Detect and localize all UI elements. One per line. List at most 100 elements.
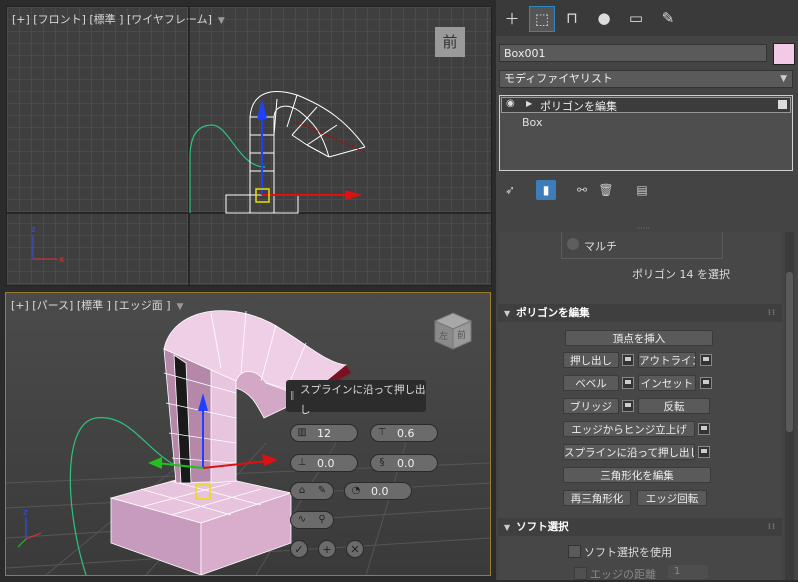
taper-curve-icon: ⊥ <box>297 457 307 468</box>
outline-settings-button[interactable] <box>700 354 712 366</box>
ok-button[interactable]: ✓ <box>290 540 308 558</box>
radio-multi[interactable] <box>567 238 579 250</box>
edit-triangulation-button[interactable]: 三角形化を編集 <box>563 467 711 483</box>
command-panel-tabs: ＋ ⬚ ⊓ ● ▭ ✎ <box>496 0 798 36</box>
make-unique-button[interactable]: ⚯ <box>572 180 592 200</box>
trash-icon: 🗑 <box>598 183 614 197</box>
viewcube[interactable]: 左 前 <box>433 311 473 351</box>
insert-vertex-button[interactable]: 頂点を挿入 <box>565 330 713 346</box>
extrude-along-spline-settings-button[interactable] <box>698 446 710 458</box>
bridge-settings-button[interactable] <box>622 400 634 412</box>
apply-and-continue-button[interactable]: + <box>318 540 336 558</box>
rollout-area: マルチ ポリゴン 14 を選択 ▼ ポリゴンを編集 ⁝⁝ 頂点を挿入 押し出し ア… <box>498 232 782 581</box>
eye-icon[interactable]: ◉ <box>506 98 515 109</box>
viewcube[interactable]: 前 <box>435 27 465 57</box>
svg-text:x: x <box>59 255 65 265</box>
inset-settings-button[interactable] <box>700 377 712 389</box>
svg-text:z: z <box>31 225 36 235</box>
edit-polygons-rollout-header[interactable]: ▼ ポリゴンを編集 ⁝⁝ <box>498 304 782 322</box>
front-viewport-scene: z x <box>7 7 491 285</box>
spline-path[interactable] <box>189 124 266 213</box>
front-viewport[interactable]: [+] [フロント] [標準 ] [ワイヤフレーム] ▼ z x 前 <box>6 6 492 286</box>
pick-spline-button[interactable]: ∿ ⚲ <box>290 511 334 529</box>
use-soft-selection-checkbox[interactable] <box>568 545 581 558</box>
modifier-list-dropdown[interactable]: モディファイヤリスト ▼ <box>499 70 793 88</box>
rotation-spinner[interactable]: ◔ 0.0 <box>344 482 412 500</box>
bridge-button[interactable]: ブリッジ <box>563 398 619 414</box>
hierarchy-tab[interactable]: ⊓ <box>560 6 584 30</box>
panel-divider-grip[interactable]: ⋯⋯ <box>636 224 650 232</box>
stack-item-edit-poly[interactable]: ◉ ▶ ポリゴンを編集 <box>501 97 791 113</box>
object-name-field[interactable]: Box001 <box>499 44 767 62</box>
make-unique-icon: ⚯ <box>576 183 588 197</box>
pick-spline-icon: ✎ <box>317 485 327 496</box>
end-result-icon: ▮ <box>542 183 550 197</box>
inset-button[interactable]: インセット <box>638 375 696 391</box>
soft-selection-rollout-header[interactable]: ▼ ソフト選択 ⁝⁝ <box>498 518 782 536</box>
edge-distance-spinner[interactable]: 1 <box>668 565 708 579</box>
segments-spinner[interactable]: ▥ 12 <box>290 424 358 442</box>
command-panel: ＋ ⬚ ⊓ ● ▭ ✎ Box001 モディファイヤリスト ▼ ◉ ▶ ポリゴン… <box>496 0 798 581</box>
cancel-button[interactable]: ✕ <box>346 540 364 558</box>
rotation-icon: ◔ <box>351 485 361 496</box>
object-color-swatch[interactable] <box>773 43 795 65</box>
edge-distance-checkbox[interactable] <box>574 567 587 580</box>
motion-tab[interactable]: ● <box>592 6 616 30</box>
extrude-button[interactable]: 押し出し <box>563 352 619 368</box>
motion-icon: ● <box>597 9 611 27</box>
spline-icon: ∿ <box>297 514 307 525</box>
modify-tab[interactable]: ⬚ <box>529 6 555 32</box>
retriangulate-button[interactable]: 再三角形化 <box>563 490 631 506</box>
taper-curve-spinner[interactable]: ⊥ 0.0 <box>290 454 358 472</box>
display-tab[interactable]: ▭ <box>624 6 648 30</box>
check-icon: ✓ <box>294 543 304 556</box>
extrude-along-spline-button[interactable]: スプラインに沿って押し出し <box>563 444 695 460</box>
svg-text:z: z <box>23 508 28 518</box>
flip-button[interactable]: 反転 <box>638 398 710 414</box>
extrude-settings-button[interactable] <box>622 354 634 366</box>
bevel-settings-button[interactable] <box>622 377 634 389</box>
rollout-grip-icon: ⁝⁝ <box>767 308 776 317</box>
scrollbar-thumb[interactable] <box>786 272 793 432</box>
collapse-icon: ▼ <box>504 309 511 318</box>
align-to-face-toggle[interactable]: ⌂ ✎ <box>290 482 334 500</box>
outline-button[interactable]: アウトライン <box>638 352 696 368</box>
turn-edge-button[interactable]: エッジ回転 <box>637 490 707 506</box>
close-icon: ✕ <box>350 543 360 556</box>
stack-item-toggle[interactable] <box>778 100 787 109</box>
twist-spinner[interactable]: § 0.0 <box>370 454 438 472</box>
expand-icon[interactable]: ▶ <box>526 99 532 108</box>
plus-icon: ＋ <box>504 9 520 28</box>
stack-toolbar: ➶ ▮ ⚯ 🗑 ▤ <box>496 178 798 204</box>
modifier-stack[interactable]: ◉ ▶ ポリゴンを編集 Box <box>499 95 793 171</box>
hinge-settings-button[interactable] <box>698 423 710 435</box>
wrench-icon: ✎ <box>661 9 675 27</box>
remove-modifier-button[interactable]: 🗑 <box>596 180 616 200</box>
plus-icon: + <box>322 543 332 556</box>
create-tab[interactable]: ＋ <box>500 6 524 30</box>
collapse-icon: ▼ <box>504 523 511 532</box>
align-icon: ⌂ <box>298 485 306 496</box>
utilities-tab[interactable]: ✎ <box>656 6 680 30</box>
pin-stack-button[interactable]: ➶ <box>500 180 520 200</box>
hinge-from-edge-button[interactable]: エッジからヒンジ立上げ <box>563 421 695 437</box>
rollout-grip-icon: ⁝⁝ <box>767 522 776 531</box>
bevel-button[interactable]: ベベル <box>563 375 619 391</box>
caddy-grip-icon[interactable]: ‖ <box>290 386 295 406</box>
configure-modifier-sets-button[interactable]: ▤ <box>632 180 652 200</box>
hierarchy-icon: ⊓ <box>566 9 578 27</box>
twist-icon: § <box>379 457 385 468</box>
caddy-title: ‖ スプラインに沿って押し出し <box>286 380 426 416</box>
show-end-result-button[interactable]: ▮ <box>536 180 556 200</box>
configure-icon: ▤ <box>636 183 648 197</box>
chevron-down-icon: ▼ <box>780 74 787 84</box>
pin-icon: ➶ <box>504 183 516 197</box>
taper-amount-icon: ⊤ <box>377 427 387 438</box>
panel-scrollbar[interactable] <box>785 232 794 580</box>
display-icon: ▭ <box>628 9 644 27</box>
modify-icon: ⬚ <box>534 10 550 28</box>
magnify-icon: ⚲ <box>318 514 326 525</box>
segments-icon: ▥ <box>297 427 307 438</box>
taper-amount-spinner[interactable]: ⊤ 0.6 <box>370 424 438 442</box>
stack-item-box[interactable]: Box <box>522 116 542 129</box>
